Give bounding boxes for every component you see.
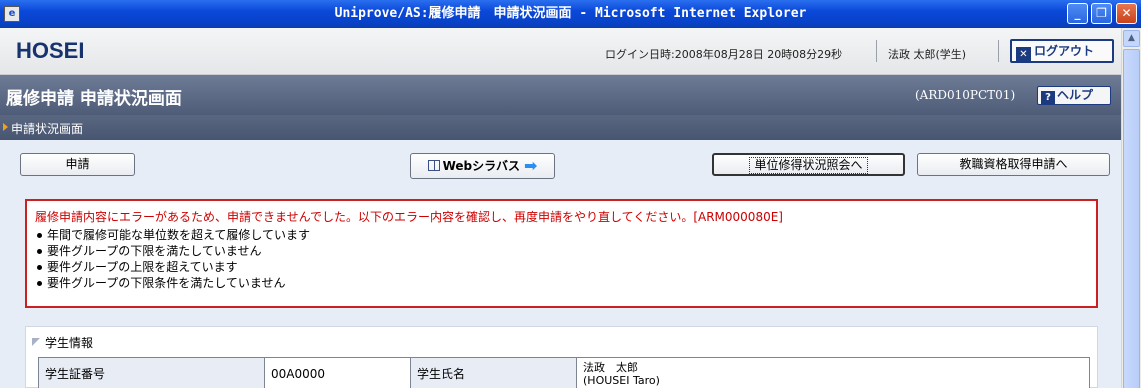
breadcrumb-item: 申請状況画面: [11, 122, 84, 136]
error-list: 年間で履修可能な単位数を超えて履修しています 要件グループの下限を満たしていませ…: [35, 227, 1096, 291]
logout-button[interactable]: ✕ ログアウト: [1010, 39, 1114, 63]
book-icon: [427, 160, 440, 171]
credits-status-button[interactable]: 単位修得状況照会へ: [712, 153, 905, 176]
web-syllabus-button[interactable]: Webシラバス ➡: [410, 153, 555, 179]
vertical-scrollbar[interactable]: ▲: [1121, 28, 1141, 388]
window-title: Uniprove/AS:履修申請 申請状況画面 - Microsoft Inte…: [334, 6, 807, 21]
student-id-label: 学生証番号: [38, 357, 265, 388]
student-info-panel: 学生情報 学生証番号 00A0000 学生氏名 法政 太郎 (HOUSEI Ta…: [25, 326, 1098, 388]
student-name-value: 法政 太郎: [583, 360, 638, 374]
student-name-cell: 法政 太郎 (HOUSEI Taro): [576, 357, 1090, 388]
student-info-table: 学生証番号 00A0000 学生氏名 法政 太郎 (HOUSEI Taro): [38, 357, 1090, 388]
breadcrumb-arrow-icon: [3, 123, 8, 131]
page-title-bar: 履修申請 申請状況画面 (ARD010PCT01) ? ヘルプ: [0, 75, 1121, 115]
logout-label: ログアウト: [1034, 44, 1095, 58]
app-header: HOSEI ログイン日時:2008年08月28日 20時08分29秒 法政 太郎…: [0, 28, 1121, 75]
credits-status-label: 単位修得状況照会へ: [749, 157, 868, 174]
hosei-logo: HOSEI: [16, 38, 85, 63]
screen-code: (ARD010PCT01): [915, 88, 1016, 102]
error-item: 要件グループの下限を満たしていません: [35, 243, 1096, 259]
window-titlebar: e Uniprove/AS:履修申請 申請状況画面 - Microsoft In…: [0, 0, 1141, 28]
student-name-romaji: (HOUSEI Taro): [583, 373, 660, 387]
close-button[interactable]: ✕: [1116, 3, 1137, 24]
student-info-title: 学生情報: [45, 336, 94, 350]
table-row: 学生証番号 00A0000 学生氏名 法政 太郎 (HOUSEI Taro): [38, 357, 1090, 388]
close-box-icon: ✕: [1016, 47, 1031, 62]
error-item: 要件グループの下限条件を満たしていません: [35, 275, 1096, 291]
web-syllabus-label: Webシラバス: [442, 159, 520, 173]
main-content: 申請 Webシラバス ➡ 単位修得状況照会へ 教職資格取得申請へ 履修申請内容にエ…: [0, 140, 1121, 388]
error-message: 履修申請内容にエラーがあるため、申請できませんでした。以下のエラー内容を確認し、…: [35, 210, 783, 224]
page-title: 履修申請 申請状況画面: [6, 89, 182, 109]
error-message-box: 履修申請内容にエラーがあるため、申請できませんでした。以下のエラー内容を確認し、…: [25, 199, 1098, 308]
error-item: 要件グループの上限を超えています: [35, 259, 1096, 275]
header-divider: [998, 40, 999, 62]
minimize-button[interactable]: _: [1067, 3, 1088, 24]
scroll-up-icon[interactable]: ▲: [1123, 30, 1140, 47]
scroll-thumb[interactable]: [1123, 49, 1140, 388]
teaching-license-button[interactable]: 教職資格取得申請へ: [917, 153, 1110, 176]
help-label: ヘルプ: [1057, 88, 1094, 102]
error-item: 年間で履修可能な単位数を超えて履修しています: [35, 227, 1096, 243]
apply-button[interactable]: 申請: [20, 153, 135, 176]
section-heading: 学生情報: [32, 334, 93, 351]
section-marker-icon: [32, 338, 40, 346]
student-id-value: 00A0000: [264, 357, 411, 388]
breadcrumb: 申請状況画面: [0, 115, 1121, 140]
user-name: 法政 太郎(学生): [888, 48, 967, 61]
arrow-right-icon: ➡: [524, 156, 538, 175]
maximize-button[interactable]: ❐: [1091, 3, 1112, 24]
student-name-label: 学生氏名: [410, 357, 577, 388]
help-button[interactable]: ? ヘルプ: [1037, 86, 1111, 105]
question-icon: ?: [1041, 91, 1055, 105]
login-time: ログイン日時:2008年08月28日 20時08分29秒: [605, 48, 843, 61]
header-divider: [876, 40, 877, 62]
